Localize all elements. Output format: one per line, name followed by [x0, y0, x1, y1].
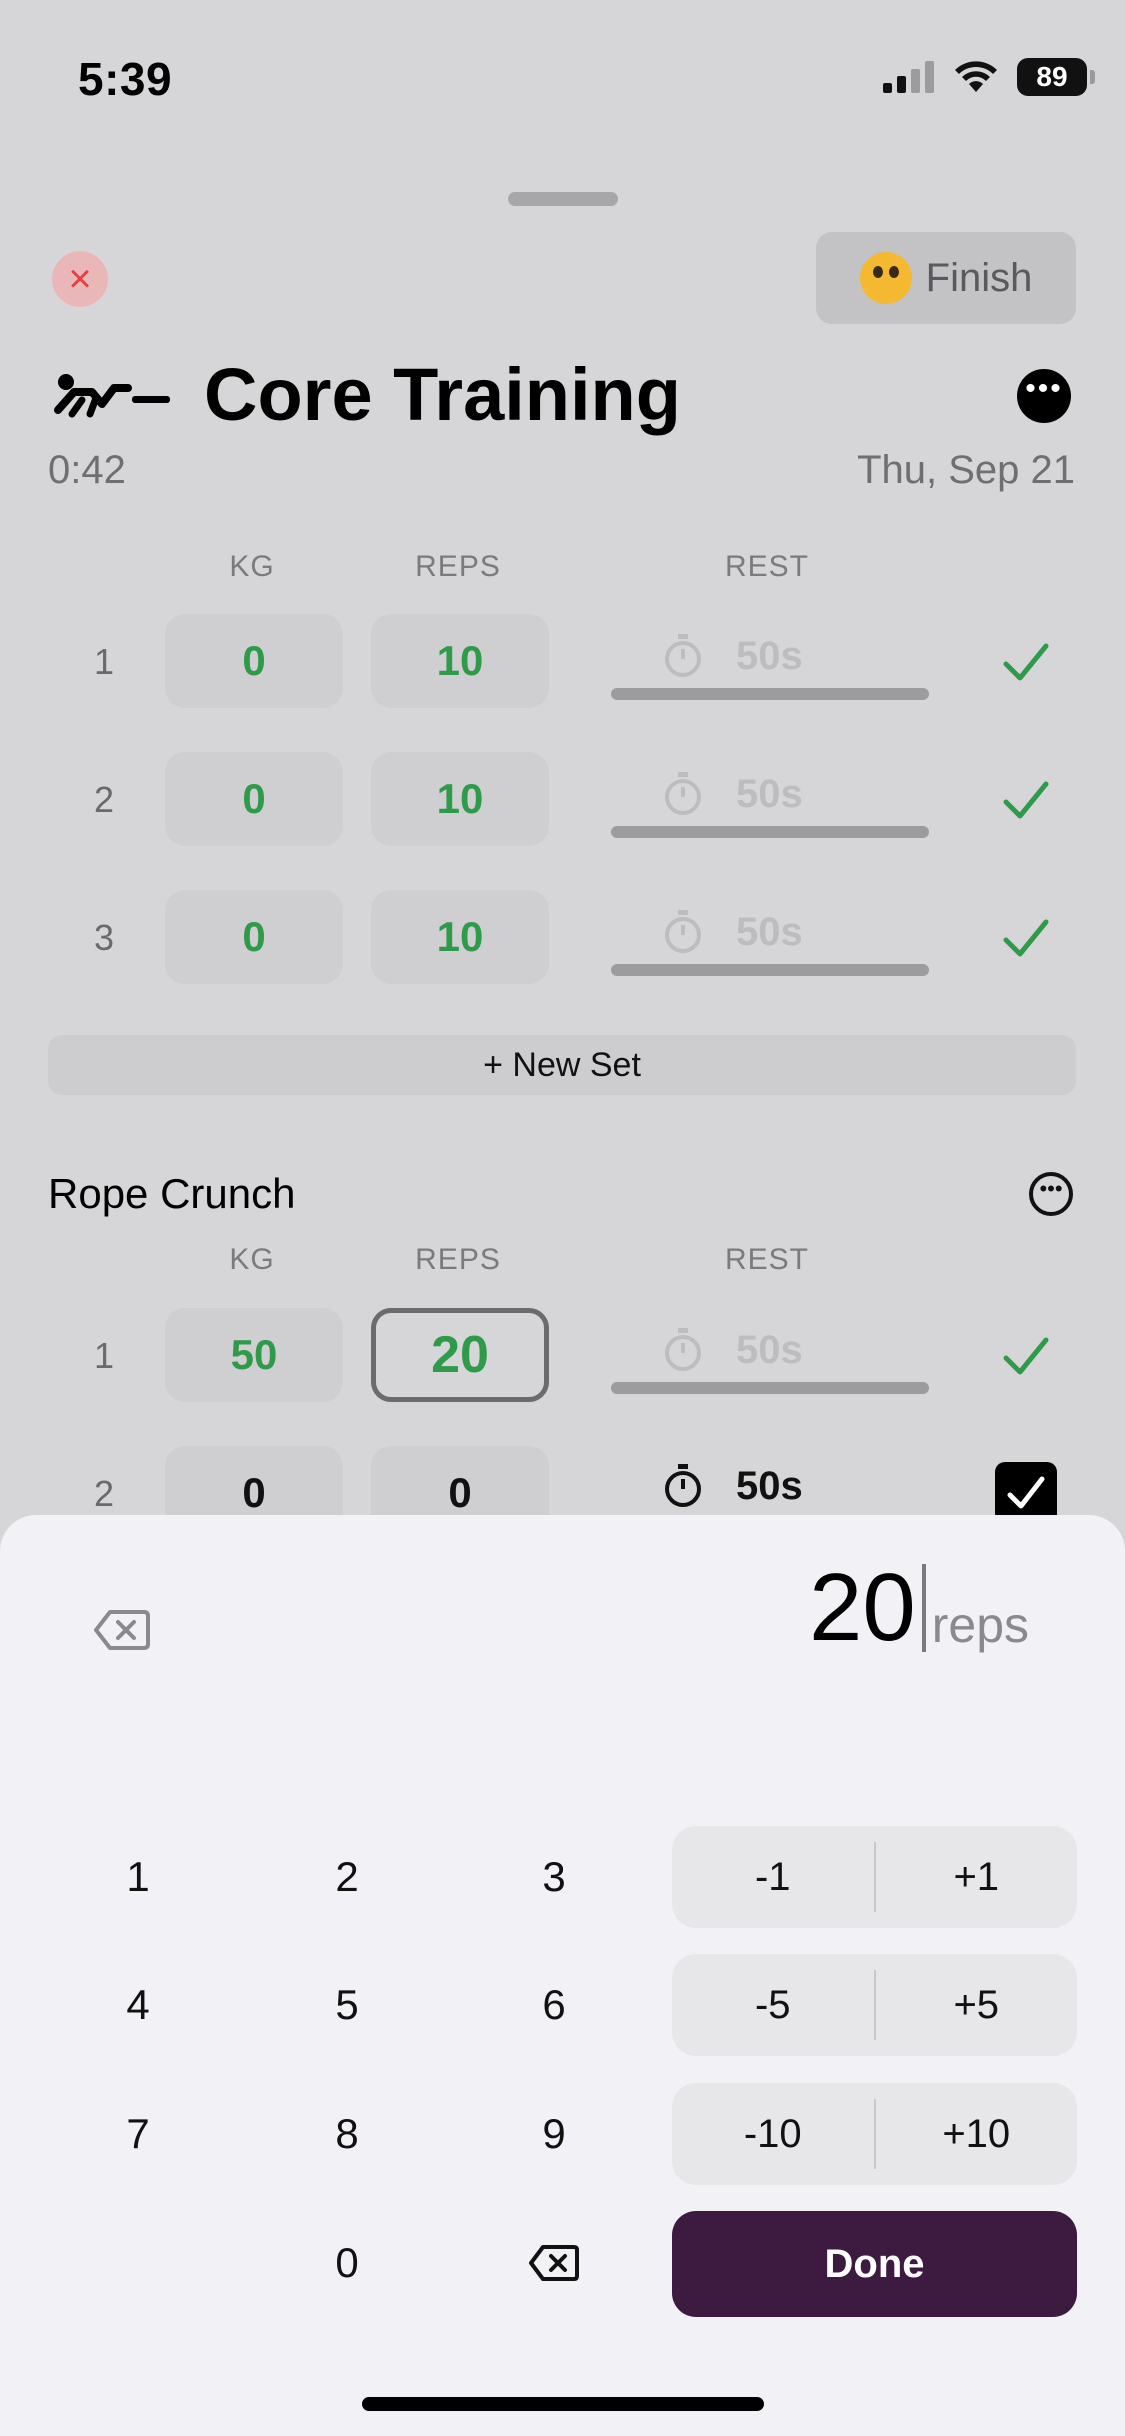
stopwatch-icon: [665, 1464, 701, 1507]
text-cursor: [921, 1564, 926, 1652]
stopwatch-icon: [665, 1328, 701, 1371]
done-button[interactable]: Done: [672, 2211, 1077, 2317]
column-header-kg: KG: [229, 1243, 275, 1276]
rest-progress-bar: [611, 826, 929, 838]
increment-5-button[interactable]: +5: [876, 1954, 1078, 2056]
set-number: 1: [93, 1335, 115, 1376]
rest-timer[interactable]: 50s: [611, 1310, 929, 1400]
key-7[interactable]: 7: [48, 2084, 228, 2184]
key-8[interactable]: 8: [257, 2084, 437, 2184]
zany-face-icon: [859, 252, 912, 304]
stopwatch-icon: [665, 910, 701, 953]
keypad-unit: reps: [931, 1597, 1029, 1653]
workout-title[interactable]: Core Training: [204, 352, 681, 437]
finish-label: Finish: [925, 255, 1033, 300]
set-complete-check-icon[interactable]: [1000, 774, 1052, 826]
exercise-name[interactable]: Rope Crunch: [48, 1170, 295, 1218]
set-number: 1: [93, 641, 115, 682]
kg-input[interactable]: 0: [165, 752, 343, 846]
home-indicator[interactable]: [362, 2397, 764, 2411]
rest-timer[interactable]: 50s: [611, 892, 929, 982]
set-complete-check-icon[interactable]: [1000, 1330, 1052, 1382]
key-9[interactable]: 9: [464, 2084, 644, 2184]
column-header-reps: REPS: [415, 550, 501, 583]
kg-input[interactable]: 50: [165, 1308, 343, 1402]
keypad-display: 20 reps: [809, 1560, 1029, 1656]
kg-input[interactable]: 0: [165, 890, 343, 984]
reps-input[interactable]: 10: [371, 614, 549, 708]
key-4[interactable]: 4: [48, 1955, 228, 2055]
key-5[interactable]: 5: [257, 1955, 437, 2055]
wifi-icon: [955, 61, 997, 92]
elapsed-timer: 0:42: [48, 448, 126, 492]
key-1[interactable]: 1: [48, 1827, 228, 1927]
increment-1-button[interactable]: +1: [876, 1826, 1078, 1928]
checkmark-icon: [1007, 1476, 1045, 1509]
key-2[interactable]: 2: [257, 1827, 437, 1927]
status-icons: 89: [883, 58, 1095, 96]
step-group-5: -5 +5: [672, 1954, 1077, 2056]
rest-progress-bar: [611, 688, 929, 700]
key-0[interactable]: 0: [257, 2213, 437, 2313]
kg-input[interactable]: 0: [165, 614, 343, 708]
rest-value: 50s: [736, 772, 803, 816]
clear-input-icon[interactable]: [94, 1608, 150, 1652]
key-6[interactable]: 6: [464, 1955, 644, 2055]
increment-10-button[interactable]: +10: [876, 2083, 1078, 2185]
battery-indicator: 89: [1017, 58, 1095, 96]
rest-timer[interactable]: 50s: [611, 616, 929, 706]
reps-input[interactable]: 10: [371, 890, 549, 984]
finish-button[interactable]: Finish: [816, 232, 1076, 324]
keypad-value: 20: [808, 1554, 916, 1661]
column-header-reps: REPS: [415, 1243, 501, 1276]
close-button[interactable]: ×: [52, 251, 108, 307]
sheet-grabber[interactable]: [508, 192, 618, 206]
set-number: 2: [93, 1473, 115, 1514]
backspace-key[interactable]: [464, 2213, 644, 2313]
new-set-button[interactable]: + New Set: [48, 1035, 1076, 1095]
step-group-1: -1 +1: [672, 1826, 1077, 1928]
key-3[interactable]: 3: [464, 1827, 644, 1927]
decrement-5-button[interactable]: -5: [672, 1954, 874, 2056]
exercise-more-button[interactable]: •••: [1029, 1172, 1073, 1216]
backspace-icon: [529, 2245, 579, 2281]
more-icon: •••: [1039, 1176, 1063, 1201]
column-header-rest: REST: [724, 1243, 809, 1276]
status-time: 5:39: [78, 53, 173, 105]
set-complete-check-icon[interactable]: [1000, 912, 1052, 964]
exercise-figure-icon: [54, 373, 170, 417]
rest-value: 50s: [736, 634, 803, 678]
rest-progress-bar: [611, 964, 929, 976]
reps-input-active[interactable]: 20: [371, 1308, 549, 1402]
more-icon: •••: [1025, 372, 1063, 405]
workout-more-button[interactable]: •••: [1017, 369, 1071, 423]
workout-date: Thu, Sep 21: [857, 448, 1075, 492]
rest-value: 50s: [736, 910, 803, 954]
decrement-10-button[interactable]: -10: [672, 2083, 874, 2185]
rest-value: 50s: [736, 1328, 803, 1372]
cellular-signal-icon: [883, 61, 934, 93]
step-group-10: -10 +10: [672, 2083, 1077, 2185]
rest-timer[interactable]: 50s: [611, 754, 929, 844]
column-header-kg: KG: [229, 550, 275, 583]
decrement-1-button[interactable]: -1: [672, 1826, 874, 1928]
set-complete-check-icon[interactable]: [1000, 636, 1052, 688]
reps-input[interactable]: 10: [371, 752, 549, 846]
column-header-rest: REST: [724, 550, 809, 583]
workout-title-row: Core Training: [52, 352, 681, 437]
stopwatch-icon: [665, 772, 701, 815]
rest-progress-bar: [611, 1382, 929, 1394]
set-number: 2: [93, 779, 115, 820]
close-icon: ×: [68, 257, 92, 301]
stopwatch-icon: [665, 634, 701, 677]
set-number: 3: [93, 917, 115, 958]
rest-value: 50s: [736, 1464, 803, 1508]
